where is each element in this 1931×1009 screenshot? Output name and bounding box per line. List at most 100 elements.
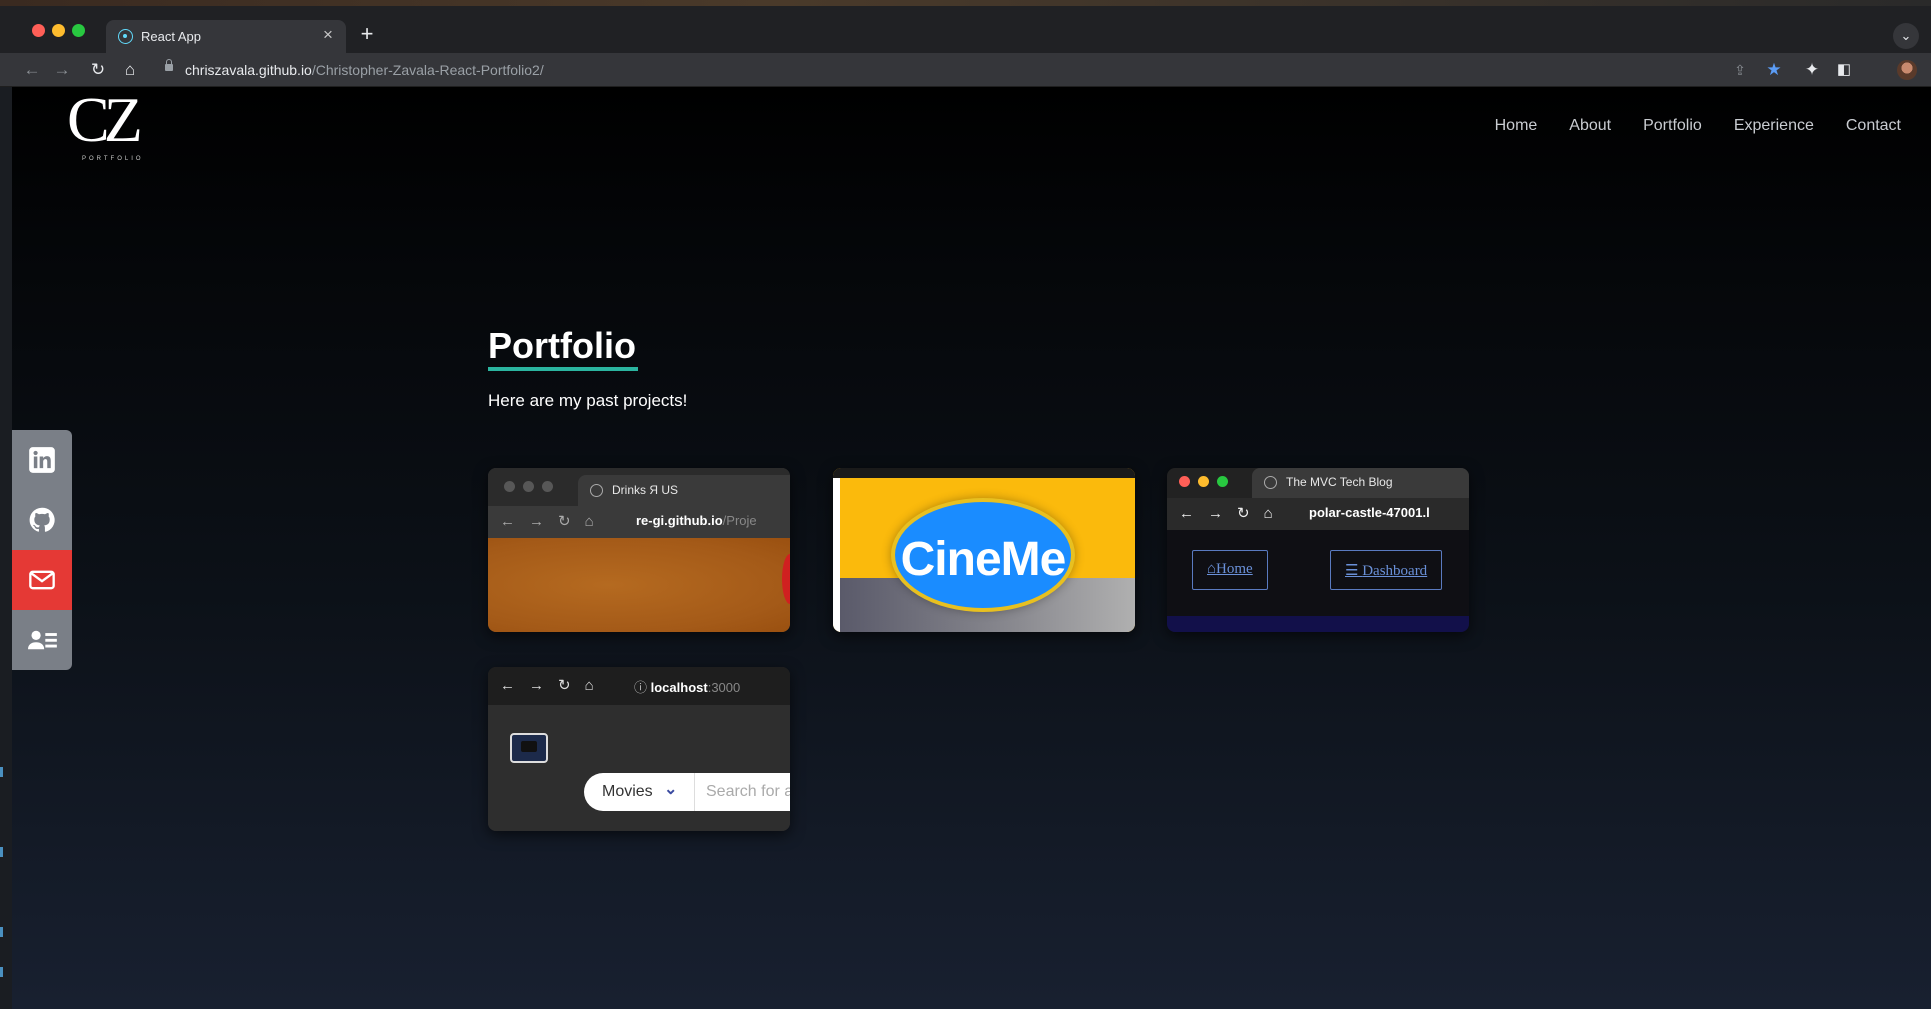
menu-icon: ☰ — [1345, 563, 1363, 579]
back-arrow-icon[interactable]: ← — [20, 58, 44, 82]
contact-card-icon — [28, 630, 57, 650]
mock-page-content — [488, 705, 790, 831]
mock-nav-icons: ←→↻⌂ — [1179, 505, 1287, 522]
mock-home-text: Home — [1216, 561, 1253, 577]
resume-link[interactable] — [12, 610, 72, 670]
social-sidebar — [12, 430, 72, 670]
url-host: chriszavala.github.io — [185, 62, 312, 78]
home-icon[interactable]: ⌂ — [118, 58, 142, 82]
site-nav: Home About Portfolio Experience Contact — [1495, 117, 1901, 135]
mock-tab: The MVC Tech Blog — [1252, 468, 1469, 498]
mock-toolbar: ←→↻⌂ ⓘ localhost:3000 — [488, 667, 790, 705]
mock-page-content: ⌂Home ☰ Dashboard — [1167, 530, 1469, 624]
browser-toolbar: ← → ↻ ⌂ chriszavala.github.io/Christophe… — [0, 53, 1931, 87]
nav-portfolio[interactable]: Portfolio — [1643, 117, 1702, 135]
mock-tab-title: Drinks Я US — [612, 483, 679, 497]
mock-dot — [504, 481, 515, 492]
mock-nav-icons: ←→↻⌂ — [500, 513, 608, 530]
close-window-button[interactable] — [32, 24, 45, 37]
left-strip — [833, 478, 840, 632]
forward-arrow-icon[interactable]: → — [50, 58, 74, 82]
profile-avatar-icon[interactable] — [1897, 60, 1917, 80]
cineme-logo: CineMe — [891, 498, 1075, 612]
mock-maximize-dot — [1217, 476, 1228, 487]
mock-search-placeholder: Search for a — [706, 783, 790, 800]
url-path: /Christopher-Zavala-React-Portfolio2/ — [311, 62, 544, 78]
nav-home[interactable]: Home — [1495, 117, 1538, 135]
project-card-cineme[interactable]: CineMe — [833, 468, 1135, 632]
mock-toolbar: ←→↻⌂ re-gi.github.io/Proje — [488, 506, 790, 538]
tab-title: React App — [141, 29, 201, 44]
mock-dot — [542, 481, 553, 492]
browser-tab[interactable]: React App × — [106, 20, 346, 53]
mock-home-link: ⌂Home — [1192, 550, 1268, 590]
mail-icon — [29, 570, 55, 590]
github-icon — [29, 507, 55, 532]
mock-url-port: :3000 — [707, 680, 741, 695]
app-logo-thumbnail — [510, 733, 548, 763]
section-title: Portfolio — [488, 325, 636, 366]
address-bar[interactable]: chriszavala.github.io/Christopher-Zavala… — [155, 56, 1735, 84]
mock-category-select: Movies — [602, 783, 653, 800]
mock-close-dot — [1179, 476, 1190, 487]
nav-experience[interactable]: Experience — [1734, 117, 1814, 135]
linkedin-icon — [29, 447, 55, 473]
mock-url: re-gi.github.io/Proje — [636, 513, 757, 528]
mock-dashboard-text: Dashboard — [1362, 563, 1428, 579]
mock-footer-strip — [1167, 616, 1469, 632]
section-subtitle: Here are my past projects! — [488, 391, 688, 410]
maximize-window-button[interactable] — [72, 24, 85, 37]
site-logo[interactable]: CZ PORTFOLIO — [67, 88, 157, 168]
info-icon: ⓘ — [634, 680, 651, 695]
mock-nav-icons: ←→↻⌂ — [500, 677, 608, 694]
project-card-drinks[interactable]: Drinks Я US ←→↻⌂ re-gi.github.io/Proje — [488, 468, 790, 632]
project-card-movies[interactable]: ←→↻⌂ ⓘ localhost:3000 Movies ⌄ Search fo… — [488, 667, 790, 831]
mock-search-bar: Movies ⌄ Search for a — [584, 773, 790, 811]
mock-dot — [523, 481, 534, 492]
logo-monogram: CZ — [67, 87, 143, 155]
left-edge-strip — [0, 87, 12, 1009]
nav-contact[interactable]: Contact — [1846, 117, 1901, 135]
mock-tab: Drinks Я US — [578, 475, 790, 506]
mock-tab-bar: Drinks Я US — [488, 468, 790, 506]
mock-url: polar-castle-47001.l — [1309, 505, 1430, 520]
cineme-logo-text: CineMe — [900, 533, 1067, 586]
url-text[interactable]: chriszavala.github.io/Christopher-Zavala… — [185, 62, 544, 78]
reload-icon[interactable]: ↻ — [86, 58, 110, 82]
lock-icon — [165, 59, 173, 71]
mock-dashboard-link: ☰ Dashboard — [1330, 550, 1443, 590]
globe-icon — [1264, 476, 1277, 489]
top-strip — [833, 468, 1135, 478]
home-outline-icon: ⌂ — [1207, 561, 1217, 577]
tab-close-icon[interactable]: × — [318, 25, 338, 45]
bookmark-star-icon[interactable]: ★ — [1762, 58, 1786, 82]
mock-url-host: re-gi.github.io — [636, 513, 723, 528]
mock-url: ⓘ localhost:3000 — [634, 677, 740, 696]
extensions-puzzle-icon[interactable]: ✦ — [1800, 58, 1824, 82]
mock-toolbar: ←→↻⌂ polar-castle-47001.l — [1167, 498, 1469, 530]
project-card-techblog[interactable]: The MVC Tech Blog ←→↻⌂ polar-castle-4700… — [1167, 468, 1469, 632]
side-panel-icon[interactable]: ◧ — [1832, 58, 1856, 82]
mock-tab-bar: The MVC Tech Blog — [1167, 468, 1469, 498]
mock-url-host: localhost — [650, 680, 708, 695]
email-link[interactable] — [12, 550, 72, 610]
page-viewport: CZ PORTFOLIO Home About Portfolio Experi… — [12, 87, 1931, 1009]
title-underline — [488, 367, 638, 371]
mock-url-path: /Proje — [722, 513, 757, 528]
logo-subtitle: PORTFOLIO — [82, 156, 144, 162]
mock-tab-title: The MVC Tech Blog — [1286, 475, 1393, 489]
divider — [694, 773, 695, 811]
browser-tab-bar: React App × + ⌄ — [0, 6, 1931, 53]
nav-about[interactable]: About — [1569, 117, 1611, 135]
tab-search-button[interactable]: ⌄ — [1893, 23, 1919, 49]
globe-icon — [590, 484, 603, 497]
new-tab-button[interactable]: + — [354, 21, 380, 47]
react-favicon-icon — [118, 29, 133, 44]
mock-page-content — [488, 538, 790, 632]
github-link[interactable] — [12, 490, 72, 550]
mock-minimize-dot — [1198, 476, 1209, 487]
chevron-down-icon: ⌄ — [664, 781, 678, 798]
linkedin-link[interactable] — [12, 430, 72, 490]
minimize-window-button[interactable] — [52, 24, 65, 37]
share-icon[interactable]: ⇪ — [1728, 58, 1752, 82]
